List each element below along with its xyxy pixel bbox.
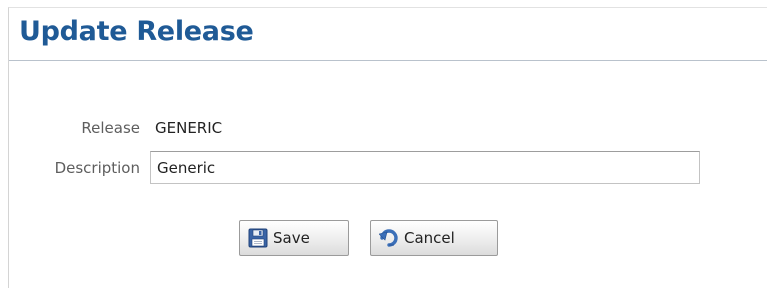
save-button-label: Save [273, 229, 310, 247]
release-value: GENERIC [155, 119, 223, 137]
cancel-button-label: Cancel [404, 229, 455, 247]
title-divider [9, 60, 767, 61]
description-input[interactable] [150, 151, 700, 184]
undo-icon [378, 228, 399, 248]
release-label: Release [81, 119, 140, 137]
save-button[interactable]: Save [239, 220, 349, 256]
description-label: Description [54, 159, 140, 177]
update-release-panel: Update Release Release GENERIC Descripti… [8, 7, 767, 288]
page-title: Update Release [19, 16, 254, 47]
floppy-disk-icon [248, 228, 268, 248]
cancel-button[interactable]: Cancel [370, 220, 498, 256]
